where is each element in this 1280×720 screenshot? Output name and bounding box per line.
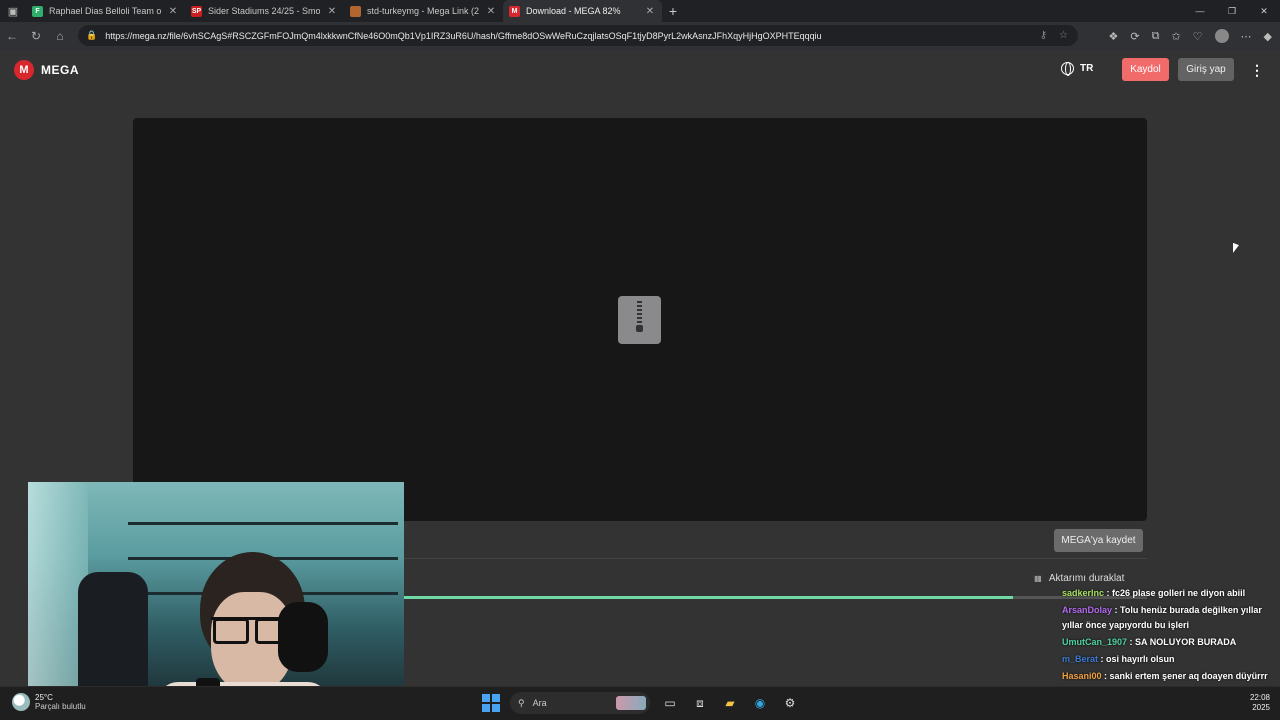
browser-toolbar: ❖ ⟳ ⧉ ✩ ♡ ⋯ ◆ bbox=[1108, 22, 1272, 50]
weather-widget[interactable]: 25°C Parçalı bulutlu bbox=[12, 693, 86, 711]
close-tab-icon[interactable]: ✕ bbox=[485, 6, 497, 17]
chat-text: : SA NOLUYOR BURADA bbox=[1127, 637, 1237, 647]
smokepatch-favicon-icon: SP bbox=[191, 5, 202, 17]
chat-username: m_Berat bbox=[1062, 654, 1099, 664]
download-progress-bar bbox=[404, 596, 1147, 599]
chat-username: UmutCan_1907 bbox=[1062, 637, 1128, 647]
signup-button[interactable]: Kaydol bbox=[1122, 58, 1169, 81]
divider bbox=[404, 558, 1147, 559]
home-icon[interactable]: ⌂ bbox=[48, 29, 72, 43]
taskbar-apps: ⚲ Ara ▭ ⧈ ▰ ◉ ⚙ bbox=[482, 692, 800, 714]
chat-message: sadkerInc : fc26 plase golleri ne diyon … bbox=[1062, 586, 1278, 601]
address-row: ← ↻ ⌂ 🔒 https://mega.nz/file/6vhSCAgS#RS… bbox=[0, 22, 1280, 50]
chat-message: ArsanDolay : Tolu henüz burada değilken … bbox=[1062, 603, 1278, 633]
system-clock[interactable]: 22:08 2025 bbox=[1250, 693, 1270, 713]
search-highlight-image bbox=[616, 696, 646, 710]
mega-logo-text: MEGA bbox=[41, 63, 79, 77]
temperature: 25°C bbox=[35, 693, 53, 702]
tab-strip: ▣ F Raphael Dias Belloli Team of the S ✕… bbox=[0, 0, 1280, 22]
mega-favicon-icon: M bbox=[509, 5, 520, 17]
new-tab-button[interactable]: + bbox=[662, 3, 684, 19]
maximize-icon[interactable]: ❐ bbox=[1216, 0, 1248, 22]
chat-username: ArsanDolay bbox=[1062, 605, 1113, 615]
widgets-icon[interactable]: ⧈ bbox=[690, 693, 710, 713]
address-bar[interactable]: 🔒 https://mega.nz/file/6vhSCAgS#RSCZGFmF… bbox=[78, 25, 1078, 46]
app-icon[interactable]: ⚙ bbox=[780, 693, 800, 713]
weather-condition: Parçalı bulutlu bbox=[35, 702, 86, 711]
browser-tab[interactable]: std-turkeymg - Mega Link (2025) ✕ bbox=[344, 0, 503, 22]
favorite-star-icon[interactable]: ☆ bbox=[1059, 30, 1068, 41]
back-icon[interactable]: ← bbox=[0, 29, 24, 43]
browser-essentials-icon[interactable]: ♡ bbox=[1193, 30, 1203, 43]
more-menu-icon[interactable]: ⋯ bbox=[1241, 30, 1252, 43]
forum-favicon-icon bbox=[350, 5, 361, 17]
zip-file-icon bbox=[618, 296, 661, 344]
browser-tab-active[interactable]: M Download - MEGA 82% ✕ bbox=[503, 0, 662, 22]
chat-text: : sanki ertem şener aq doayen düyürrr bbox=[1101, 671, 1268, 681]
language-selector[interactable]: TR bbox=[1061, 62, 1094, 76]
save-to-mega-button[interactable]: MEGA'ya kaydet bbox=[1054, 529, 1143, 552]
clock-date: 2025 bbox=[1252, 703, 1270, 712]
pause-icon: ▮▮ bbox=[1034, 574, 1042, 583]
chat-message: m_Berat : osi hayırlı olsun bbox=[1062, 652, 1278, 667]
browser-tab[interactable]: F Raphael Dias Belloli Team of the S ✕ bbox=[26, 0, 185, 22]
profile-avatar[interactable] bbox=[1214, 29, 1229, 43]
chat-message: UmutCan_1907 : SA NOLUYOR BURADA bbox=[1062, 635, 1278, 650]
favorites-icon[interactable]: ✩ bbox=[1171, 30, 1180, 43]
sync-icon[interactable]: ⟳ bbox=[1130, 30, 1139, 43]
pause-label: Aktarımı duraklat bbox=[1048, 573, 1125, 584]
close-tab-icon[interactable]: ✕ bbox=[644, 6, 656, 17]
minimize-icon[interactable]: — bbox=[1184, 0, 1216, 22]
start-button-icon[interactable] bbox=[482, 694, 500, 712]
window-controls: — ❐ ✕ bbox=[1184, 0, 1280, 22]
close-tab-icon[interactable]: ✕ bbox=[326, 6, 338, 17]
file-preview bbox=[133, 118, 1147, 521]
search-icon: ⚲ bbox=[518, 697, 525, 708]
close-window-icon[interactable]: ✕ bbox=[1248, 0, 1280, 22]
tab-title: Raphael Dias Belloli Team of the S bbox=[49, 6, 161, 16]
extension-icon[interactable]: ❖ bbox=[1108, 30, 1118, 43]
edge-browser-icon[interactable]: ◉ bbox=[750, 693, 770, 713]
partly-cloudy-icon bbox=[12, 693, 30, 711]
search-placeholder: Ara bbox=[532, 698, 547, 708]
chat-username: sadkerInc bbox=[1062, 588, 1105, 598]
mega-logo[interactable]: M MEGA bbox=[14, 60, 79, 80]
lock-icon[interactable]: 🔒 bbox=[86, 30, 97, 41]
taskbar: 25°C Parçalı bulutlu ⚲ Ara ▭ ⧈ ▰ ◉ ⚙ 22:… bbox=[0, 686, 1280, 720]
globe-icon bbox=[1061, 62, 1074, 76]
pause-transfer-button[interactable]: ▮▮ Aktarımı duraklat bbox=[1034, 573, 1124, 584]
close-tab-icon[interactable]: ✕ bbox=[167, 6, 179, 17]
tab-title: Sider Stadiums 24/25 - SmokePat bbox=[208, 6, 320, 16]
login-button[interactable]: Giriş yap bbox=[1178, 58, 1234, 81]
tab-actions-icon[interactable]: ▣ bbox=[0, 0, 26, 22]
chat-username: Hasani00 bbox=[1062, 671, 1102, 681]
extensions-icon[interactable]: ⧉ bbox=[1152, 30, 1160, 43]
progress-fill bbox=[404, 596, 1014, 599]
chat-message: Hasani00 : sanki ertem şener aq doayen d… bbox=[1062, 669, 1278, 684]
copilot-icon[interactable]: ◆ bbox=[1264, 30, 1272, 43]
browser-tab[interactable]: SP Sider Stadiums 24/25 - SmokePat ✕ bbox=[185, 0, 344, 22]
mouse-cursor-icon bbox=[1233, 242, 1239, 256]
task-view-icon[interactable]: ▭ bbox=[660, 693, 680, 713]
more-options-icon[interactable]: ⋮ bbox=[1250, 62, 1264, 79]
mega-logo-icon: M bbox=[14, 60, 34, 80]
refresh-icon[interactable]: ↻ bbox=[24, 29, 48, 43]
tab-title: std-turkeymg - Mega Link (2025) bbox=[367, 6, 479, 16]
file-explorer-icon[interactable]: ▰ bbox=[720, 693, 740, 713]
key-icon[interactable]: ⚷ bbox=[1040, 30, 1047, 41]
clock-time: 22:08 bbox=[1249, 693, 1270, 702]
taskbar-search[interactable]: ⚲ Ara bbox=[510, 692, 650, 714]
language-code: TR bbox=[1080, 63, 1094, 74]
tab-title: Download - MEGA 82% bbox=[526, 6, 621, 16]
webcam-overlay bbox=[28, 482, 404, 694]
chat-text: : osi hayırlı olsun bbox=[1098, 654, 1175, 664]
chat-text: : fc26 plase golleri ne diyon abiil bbox=[1104, 588, 1246, 598]
spreadsheet-favicon-icon: F bbox=[32, 5, 43, 17]
url-text[interactable]: https://mega.nz/file/6vhSCAgS#RSCZGFmFOJ… bbox=[105, 31, 1039, 41]
